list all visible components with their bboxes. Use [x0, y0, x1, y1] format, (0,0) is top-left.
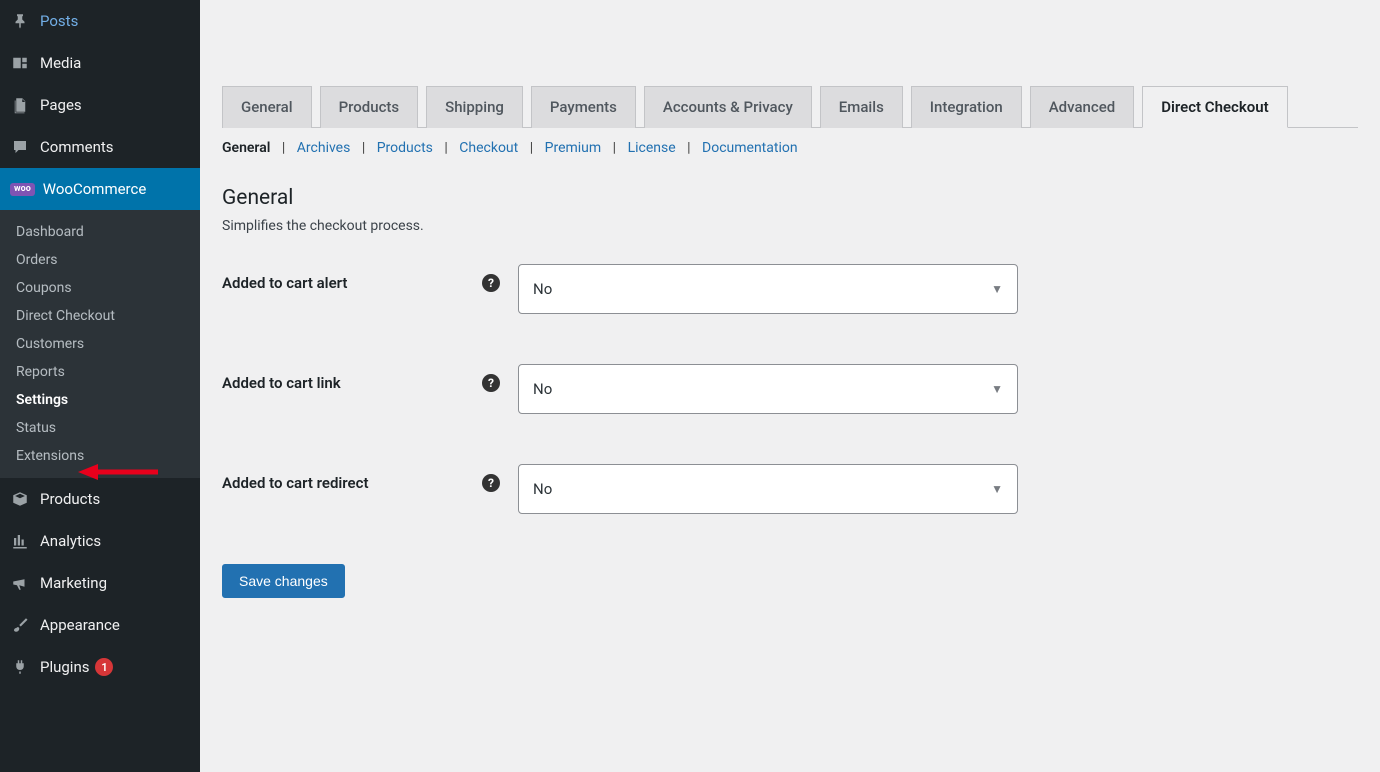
- chevron-down-icon: ▼: [991, 482, 1003, 496]
- field-label: Added to cart redirect: [222, 464, 482, 492]
- tab-payments[interactable]: Payments: [531, 86, 636, 128]
- section-description: Simplifies the checkout process.: [222, 218, 1358, 234]
- menu-marketing[interactable]: Marketing: [0, 562, 200, 604]
- products-icon: [10, 489, 30, 509]
- submenu-customers[interactable]: Customers: [0, 330, 200, 358]
- pages-icon: [10, 95, 30, 115]
- tab-integration[interactable]: Integration: [911, 86, 1022, 128]
- submenu-extensions[interactable]: Extensions: [0, 442, 200, 470]
- menu-label: Products: [40, 490, 100, 508]
- pin-icon: [10, 11, 30, 31]
- tab-emails[interactable]: Emails: [820, 86, 903, 128]
- chevron-down-icon: ▼: [991, 282, 1003, 296]
- menu-posts[interactable]: Posts: [0, 0, 200, 42]
- comment-icon: [10, 137, 30, 157]
- subnav-documentation[interactable]: Documentation: [702, 140, 798, 156]
- subnav-archives[interactable]: Archives: [297, 140, 351, 156]
- select-value: No: [533, 480, 552, 498]
- media-icon: [10, 53, 30, 73]
- subnav-general[interactable]: General: [222, 140, 270, 156]
- menu-plugins[interactable]: Plugins 1: [0, 646, 200, 688]
- field-label: Added to cart alert: [222, 264, 482, 292]
- menu-label: Plugins: [40, 658, 89, 676]
- woocommerce-submenu: Dashboard Orders Coupons Direct Checkout…: [0, 210, 200, 478]
- brush-icon: [10, 615, 30, 635]
- section-title: General: [222, 186, 1358, 210]
- tab-advanced[interactable]: Advanced: [1030, 86, 1134, 128]
- subnav-products[interactable]: Products: [377, 140, 433, 156]
- menu-label: Analytics: [40, 532, 101, 550]
- select-added-to-cart-redirect[interactable]: No ▼: [518, 464, 1018, 514]
- menu-label: Pages: [40, 96, 82, 114]
- tab-shipping[interactable]: Shipping: [426, 86, 523, 128]
- subnav-checkout[interactable]: Checkout: [459, 140, 518, 156]
- menu-label: Media: [40, 54, 81, 72]
- help-icon[interactable]: ?: [482, 474, 500, 492]
- submenu-settings[interactable]: Settings: [0, 386, 200, 414]
- select-added-to-cart-alert[interactable]: No ▼: [518, 264, 1018, 314]
- help-icon[interactable]: ?: [482, 274, 500, 292]
- menu-label: Marketing: [40, 574, 107, 592]
- chevron-down-icon: ▼: [991, 382, 1003, 396]
- field-added-to-cart-alert: Added to cart alert ? No ▼: [222, 264, 1358, 314]
- menu-label: Appearance: [40, 616, 120, 634]
- submenu-dashboard[interactable]: Dashboard: [0, 218, 200, 246]
- menu-analytics[interactable]: Analytics: [0, 520, 200, 562]
- settings-subnav: General | Archives | Products | Checkout…: [222, 128, 1358, 164]
- submenu-coupons[interactable]: Coupons: [0, 274, 200, 302]
- menu-label: WooCommerce: [43, 180, 147, 198]
- update-count-badge: 1: [95, 658, 113, 676]
- tab-products[interactable]: Products: [320, 86, 419, 128]
- admin-sidebar: Posts Media Pages Comments woo WooCommer…: [0, 0, 200, 772]
- menu-label: Comments: [40, 138, 114, 156]
- tab-accounts-privacy[interactable]: Accounts & Privacy: [644, 86, 812, 128]
- megaphone-icon: [10, 573, 30, 593]
- analytics-icon: [10, 531, 30, 551]
- subnav-premium[interactable]: Premium: [545, 140, 602, 156]
- help-icon[interactable]: ?: [482, 374, 500, 392]
- woo-icon: woo: [10, 183, 35, 196]
- field-added-to-cart-link: Added to cart link ? No ▼: [222, 364, 1358, 414]
- select-value: No: [533, 380, 552, 398]
- menu-pages[interactable]: Pages: [0, 84, 200, 126]
- submenu-orders[interactable]: Orders: [0, 246, 200, 274]
- submenu-reports[interactable]: Reports: [0, 358, 200, 386]
- submenu-status[interactable]: Status: [0, 414, 200, 442]
- field-added-to-cart-redirect: Added to cart redirect ? No ▼: [222, 464, 1358, 514]
- select-added-to-cart-link[interactable]: No ▼: [518, 364, 1018, 414]
- submenu-direct-checkout[interactable]: Direct Checkout: [0, 302, 200, 330]
- menu-woocommerce[interactable]: woo WooCommerce: [0, 168, 200, 210]
- select-value: No: [533, 280, 552, 298]
- menu-products[interactable]: Products: [0, 478, 200, 520]
- menu-appearance[interactable]: Appearance: [0, 604, 200, 646]
- menu-comments[interactable]: Comments: [0, 126, 200, 168]
- plugin-icon: [10, 657, 30, 677]
- tab-general[interactable]: General: [222, 86, 312, 128]
- main-content: General Products Shipping Payments Accou…: [200, 0, 1380, 772]
- field-label: Added to cart link: [222, 364, 482, 392]
- subnav-license[interactable]: License: [628, 140, 676, 156]
- save-changes-button[interactable]: Save changes: [222, 564, 345, 598]
- tab-direct-checkout[interactable]: Direct Checkout: [1142, 86, 1287, 128]
- menu-label: Posts: [40, 12, 78, 30]
- menu-media[interactable]: Media: [0, 42, 200, 84]
- settings-tabs: General Products Shipping Payments Accou…: [222, 85, 1358, 128]
